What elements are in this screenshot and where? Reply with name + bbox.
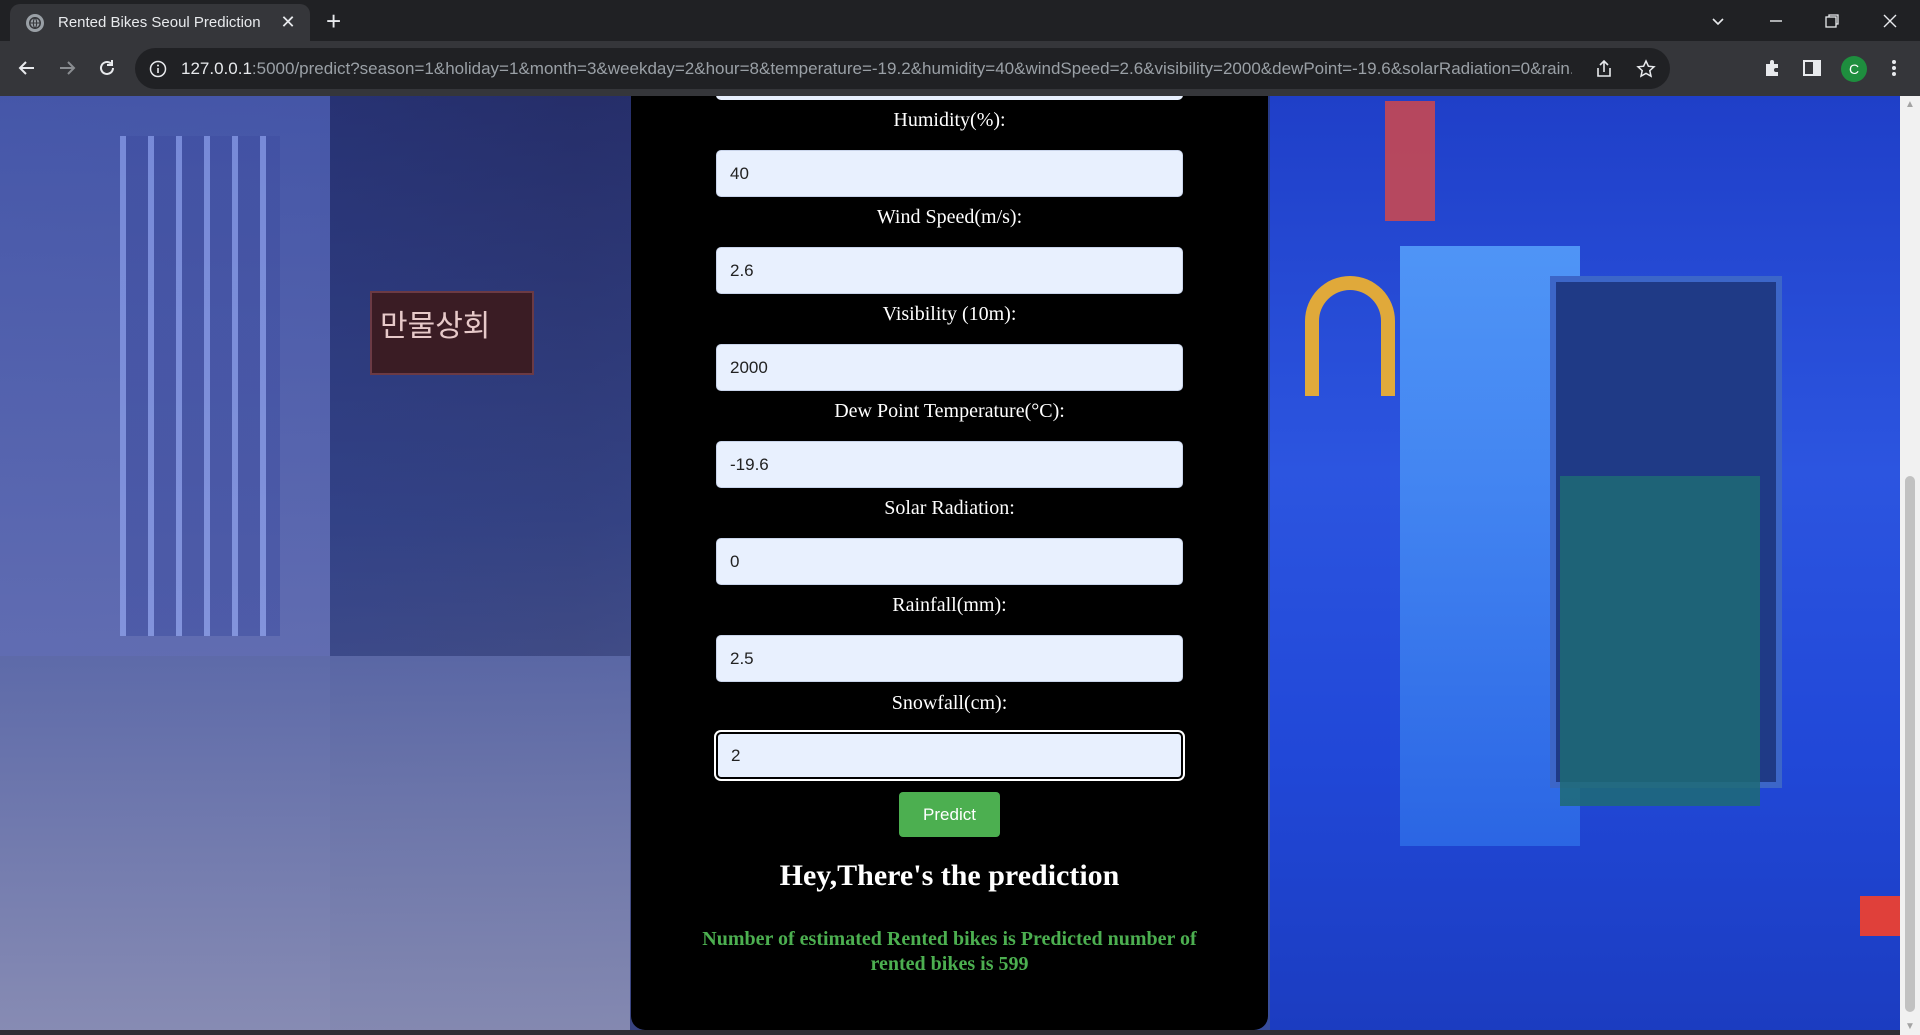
rainfall-input[interactable]	[716, 635, 1183, 682]
wind-speed-label: Wind Speed(m/s):	[876, 206, 1023, 228]
new-tab-icon[interactable]: +	[326, 8, 341, 34]
solar-radiation-input[interactable]	[716, 538, 1183, 585]
url-text[interactable]: 127.0.0.1:5000/predict?season=1&holiday=…	[181, 59, 1572, 79]
side-panel-icon[interactable]	[1800, 56, 1824, 80]
scroll-up-arrow-icon[interactable]: ▲	[1900, 96, 1920, 113]
vertical-scrollbar[interactable]: ▲ ▼	[1900, 96, 1920, 1035]
snowfall-label: Snowfall(cm):	[891, 692, 1008, 714]
browser-tab-bar: Rented Bikes Seoul Prediction ✕ +	[0, 0, 1920, 41]
dew-point-label: Dew Point Temperature(°C):	[834, 400, 1065, 422]
visibility-input[interactable]	[716, 344, 1183, 391]
globe-icon	[26, 13, 44, 32]
background-neon-bar	[1385, 101, 1435, 221]
rainfall-label: Rainfall(mm):	[892, 594, 1007, 616]
prediction-form-card: Humidity(%): Wind Speed(m/s): Visibility…	[631, 96, 1268, 1030]
scrollbar-thumb[interactable]	[1905, 476, 1915, 1012]
background-green-panel	[1560, 476, 1760, 806]
tab-search-icon[interactable]	[1690, 0, 1746, 41]
address-bar[interactable]: 127.0.0.1:5000/predict?season=1&holiday=…	[135, 48, 1670, 89]
solar-radiation-label: Solar Radiation:	[884, 497, 1015, 519]
share-icon[interactable]	[1594, 59, 1614, 79]
page-viewport: 만물상회 Humidity(%): Wind Speed(m/s): Visib…	[0, 96, 1920, 1035]
prediction-result-text: Number of estimated Rented bikes is Pred…	[702, 928, 1197, 975]
url-path: :5000/predict?season=1&holiday=1&month=3…	[251, 58, 1572, 78]
reload-icon[interactable]	[92, 53, 122, 83]
close-icon[interactable]: ✕	[278, 12, 298, 33]
window-close-icon[interactable]	[1862, 0, 1918, 41]
puzzle-extension-icon[interactable]	[1760, 56, 1784, 80]
forward-arrow-icon[interactable]	[52, 53, 82, 83]
star-icon[interactable]	[1636, 58, 1656, 79]
temperature-input-edge[interactable]	[716, 96, 1183, 100]
visibility-label: Visibility (10m):	[882, 303, 1017, 325]
back-arrow-icon[interactable]	[12, 53, 42, 83]
snowfall-input[interactable]	[716, 732, 1183, 779]
bottom-edge	[0, 1030, 1900, 1035]
predict-button[interactable]: Predict	[899, 792, 1000, 837]
scroll-down-arrow-icon[interactable]: ▼	[1900, 1018, 1920, 1035]
kebab-menu-icon[interactable]	[1882, 56, 1906, 80]
background-red-sign	[1860, 896, 1900, 936]
url-host: 127.0.0.1	[181, 58, 252, 78]
wind-speed-input[interactable]	[716, 247, 1183, 294]
background-ground	[0, 656, 630, 1035]
minimize-icon[interactable]	[1748, 0, 1804, 41]
humidity-label: Humidity(%):	[893, 109, 1006, 131]
dew-point-input[interactable]	[716, 441, 1183, 488]
browser-tab[interactable]: Rented Bikes Seoul Prediction ✕	[10, 4, 310, 41]
background-neon-sign	[1305, 276, 1395, 396]
background-window	[120, 136, 280, 636]
background-sign-text: 만물상회	[380, 309, 491, 344]
tab-title: Rented Bikes Seoul Prediction	[58, 14, 261, 31]
result-heading: Hey,There's the prediction	[779, 859, 1120, 892]
browser-toolbar: 127.0.0.1:5000/predict?season=1&holiday=…	[0, 41, 1920, 96]
restore-icon[interactable]	[1804, 0, 1860, 41]
profile-avatar[interactable]: C	[1841, 56, 1867, 82]
info-icon[interactable]	[149, 60, 167, 78]
humidity-input[interactable]	[716, 150, 1183, 197]
